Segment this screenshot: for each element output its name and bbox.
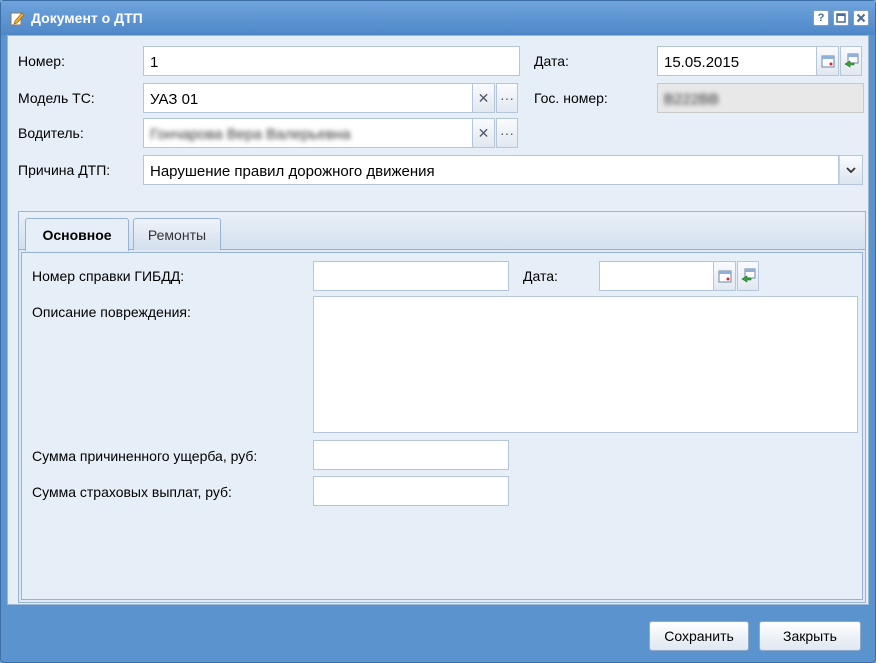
number-label: Номер:: [18, 53, 65, 69]
tab-main-content: Номер справки ГИБДД: Дата: Описание повр…: [21, 252, 863, 600]
reason-select[interactable]: Нарушение правил дорожного движения: [143, 155, 839, 185]
tab-repairs[interactable]: Ремонты: [133, 218, 221, 250]
form-panel: Номер: 1 Дата: 15.05.2015 Модель ТС: УАЗ…: [7, 35, 869, 605]
gibdd-today-icon[interactable]: [737, 261, 759, 291]
maximize-icon[interactable]: [833, 10, 849, 26]
gos-number-label: Гос. номер:: [534, 90, 608, 106]
close-button[interactable]: Закрыть: [759, 621, 861, 651]
tab-main[interactable]: Основное: [25, 218, 129, 251]
damage-sum-label: Сумма причиненного ущерба, руб:: [32, 448, 258, 464]
model-label: Модель ТС:: [18, 90, 95, 106]
select-driver-icon[interactable]: ···: [496, 118, 518, 148]
chevron-down-icon[interactable]: [839, 155, 863, 185]
insurance-sum-label: Сумма страховых выплат, руб:: [32, 484, 232, 500]
clear-driver-icon[interactable]: ✕: [473, 118, 495, 148]
damage-sum-field[interactable]: [313, 440, 509, 470]
calendar-icon[interactable]: [817, 46, 839, 76]
pencil-document-icon: [9, 10, 25, 26]
driver-value: Гончарова Вера Валерьевна: [150, 126, 351, 143]
help-icon[interactable]: ?: [813, 10, 829, 26]
driver-field[interactable]: Гончарова Вера Валерьевна: [143, 118, 473, 148]
gos-number-value: В222ВВ: [664, 91, 720, 108]
gibdd-calendar-icon[interactable]: [714, 261, 736, 291]
gibdd-number-field[interactable]: [313, 261, 509, 291]
select-model-icon[interactable]: ···: [496, 83, 518, 113]
gibdd-number-label: Номер справки ГИБДД:: [32, 268, 185, 284]
titlebar[interactable]: Документ о ДТП ?: [1, 1, 875, 35]
today-icon[interactable]: [840, 46, 862, 76]
driver-label: Водитель:: [18, 125, 84, 141]
clear-model-icon[interactable]: ✕: [473, 83, 495, 113]
reason-label: Причина ДТП:: [18, 162, 111, 178]
number-field[interactable]: 1: [143, 46, 520, 76]
date-label: Дата:: [534, 53, 569, 69]
gibdd-date-label: Дата:: [523, 268, 558, 284]
tab-panel: Основное Ремонты Номер справки ГИБДД: Да…: [18, 211, 866, 603]
model-field[interactable]: УАЗ 01: [143, 83, 473, 113]
damage-description-label: Описание повреждения:: [32, 304, 191, 320]
gos-number-field: В222ВВ: [657, 83, 864, 113]
date-field[interactable]: 15.05.2015: [657, 46, 817, 76]
save-button[interactable]: Сохранить: [649, 621, 749, 651]
insurance-sum-field[interactable]: [313, 476, 509, 506]
damage-description-textarea[interactable]: [313, 296, 858, 433]
window-title: Документ о ДТП: [31, 10, 143, 26]
gibdd-date-field[interactable]: [599, 261, 714, 291]
close-icon[interactable]: [853, 10, 869, 26]
dialog-window: Документ о ДТП ? Номер: 1 Дата: 15.05.20…: [0, 0, 876, 663]
tab-strip: Основное Ремонты: [19, 212, 865, 251]
